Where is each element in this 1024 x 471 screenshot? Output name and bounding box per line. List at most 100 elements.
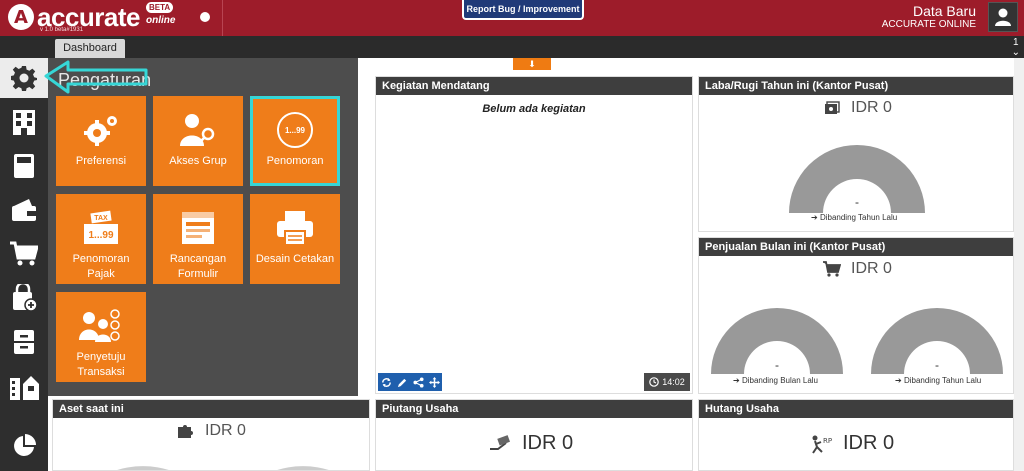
company-info[interactable]: Data Baru ACCURATE ONLINE xyxy=(882,4,976,31)
tile-desain-cetakan[interactable]: Desain Cetakan xyxy=(250,194,340,284)
company-subtitle: ACCURATE ONLINE xyxy=(881,19,976,30)
tile-akses-grup[interactable]: Akses Grup xyxy=(153,96,243,186)
compare-text: Dibanding Tahun Lalu xyxy=(819,213,898,222)
panel-title: Hutang Usaha xyxy=(699,400,1013,418)
sidebar xyxy=(0,58,48,471)
online-label: online xyxy=(146,15,176,26)
gear-icon xyxy=(11,66,37,91)
aset-gauge-right xyxy=(277,466,329,470)
city-icon xyxy=(10,376,39,400)
panel-hutang: Hutang Usaha RP IDR 0 xyxy=(698,399,1014,471)
tax-icon: TAX 1...99 xyxy=(81,208,121,248)
money-bag-icon xyxy=(825,101,840,114)
panel-title: Aset saat ini xyxy=(53,400,369,418)
tile-penyetuju-transaksi[interactable]: Penyetuju Transaksi xyxy=(56,292,146,382)
tile-label: Akses Grup xyxy=(169,155,227,167)
cart-icon xyxy=(10,241,38,266)
panel-laba-rugi: Laba/Rugi Tahun ini (Kantor Pusat) IDR 0… xyxy=(698,76,1014,232)
panel-title: Piutang Usaha xyxy=(376,400,692,418)
refresh-icon[interactable] xyxy=(381,377,392,388)
report-bug-button[interactable]: Report Bug / Improvement xyxy=(462,0,584,20)
tile-preferensi[interactable]: Preferensi xyxy=(56,96,146,186)
piutang-value: IDR 0 xyxy=(488,432,573,455)
value-text: IDR 0 xyxy=(851,260,892,277)
penjualan-value: IDR 0 xyxy=(823,260,892,278)
clock-display: 14:02 xyxy=(644,373,690,391)
gauge-value: - xyxy=(935,358,939,372)
tab-count-dropdown[interactable]: 1 ⌄ xyxy=(1012,38,1020,58)
tab-dashboard[interactable]: Dashboard xyxy=(55,39,125,58)
chevron-down-icon: ⌄ xyxy=(1011,47,1020,58)
approver-icon xyxy=(79,306,123,346)
arrow-right-icon: ➔ xyxy=(811,213,820,222)
share-icon[interactable] xyxy=(412,376,424,388)
compare-text: Dibanding Bulan Lalu xyxy=(741,376,818,385)
aset-gauge-left xyxy=(117,466,169,470)
value-text: IDR 0 xyxy=(843,432,895,454)
numbering-badge: 1...99 xyxy=(285,126,306,135)
logo-mark: A xyxy=(8,4,34,30)
sidebar-item-pengaturan[interactable] xyxy=(0,58,48,98)
arrow-right-icon: ➔ xyxy=(895,376,904,385)
tax-badge: 1...99 xyxy=(88,230,113,241)
top-bar: A accurate BETA online v 1.0 beta#1931 R… xyxy=(0,0,1024,36)
sidebar-item-penjualan[interactable] xyxy=(0,234,48,274)
gauge-value: - xyxy=(855,195,859,209)
tile-label: Penyetuju Transaksi xyxy=(76,351,126,378)
event-toolbar xyxy=(378,373,442,391)
receivable-icon xyxy=(490,434,511,450)
sidebar-item-persediaan[interactable] xyxy=(0,322,48,362)
panel-aset: Aset saat ini IDR 0 xyxy=(52,399,370,471)
wallet-icon xyxy=(12,199,36,221)
sidebar-item-buku-besar[interactable] xyxy=(0,146,48,186)
user-menu-button[interactable] xyxy=(988,2,1018,32)
gauge-value: - xyxy=(775,358,779,372)
gears-icon xyxy=(81,110,121,150)
clock-time: 14:02 xyxy=(662,377,685,387)
arrow-right-icon: ➔ xyxy=(733,376,742,385)
puzzle-icon xyxy=(178,425,193,438)
sidebar-item-pembelian[interactable] xyxy=(0,278,48,318)
numbering-icon: 1...99 xyxy=(275,110,315,150)
tile-label: Penomoran xyxy=(266,155,324,167)
panel-title: Laba/Rugi Tahun ini (Kantor Pusat) xyxy=(699,77,1013,95)
panel-piutang: Piutang Usaha IDR 0 xyxy=(375,399,693,471)
tile-penomoran[interactable]: 1...99 Penomoran xyxy=(250,96,340,186)
tile-label: Desain Cetakan xyxy=(255,253,335,265)
cart-icon xyxy=(823,261,841,277)
tile-rancangan-formulir[interactable]: Rancangan Formulir xyxy=(153,194,243,284)
book-icon xyxy=(14,154,34,178)
tax-badge-top: TAX xyxy=(94,215,108,222)
sidebar-item-perusahaan[interactable] xyxy=(0,102,48,142)
sidebar-item-aset-tetap[interactable] xyxy=(0,366,48,406)
sidebar-item-laporan[interactable] xyxy=(0,426,48,466)
user-key-icon xyxy=(178,110,218,150)
status-dot[interactable] xyxy=(200,12,210,22)
beta-badge: BETA xyxy=(146,2,174,13)
laba-rugi-value: IDR 0 xyxy=(823,99,892,117)
tile-penomoran-pajak[interactable]: TAX 1...99 Penomoran Pajak xyxy=(56,194,146,284)
compare-label: ➔ Dibanding Tahun Lalu xyxy=(811,213,897,222)
tab-bar: Dashboard 1 ⌄ xyxy=(0,36,1024,58)
move-icon[interactable] xyxy=(428,376,440,388)
compare-label: ➔ Dibanding Bulan Lalu xyxy=(733,376,818,385)
edit-icon[interactable] xyxy=(397,377,408,388)
tile-label: Rancangan Formulir xyxy=(169,253,227,280)
scrollbar[interactable] xyxy=(1014,58,1024,471)
aset-value: IDR 0 xyxy=(177,422,246,440)
panel-penjualan: Penjualan Bulan ini (Kantor Pusat) IDR 0… xyxy=(698,237,1014,394)
form-icon xyxy=(180,208,216,248)
compare-label: ➔ Dibanding Tahun Lalu xyxy=(895,376,981,385)
user-icon xyxy=(995,8,1011,26)
sidebar-item-kas-bank[interactable] xyxy=(0,190,48,230)
annotation-arrow xyxy=(44,60,148,94)
clock-icon xyxy=(649,377,660,387)
bag-plus-icon xyxy=(13,284,37,312)
tile-label: Penomoran Pajak xyxy=(72,253,130,280)
tile-label: Preferensi xyxy=(75,155,127,167)
header-divider xyxy=(222,0,223,36)
collapse-toggle-button[interactable]: ⬇ xyxy=(513,58,551,70)
value-text: IDR 0 xyxy=(522,432,574,454)
pie-icon xyxy=(14,434,36,456)
compare-text: Dibanding Tahun Lalu xyxy=(903,376,982,385)
